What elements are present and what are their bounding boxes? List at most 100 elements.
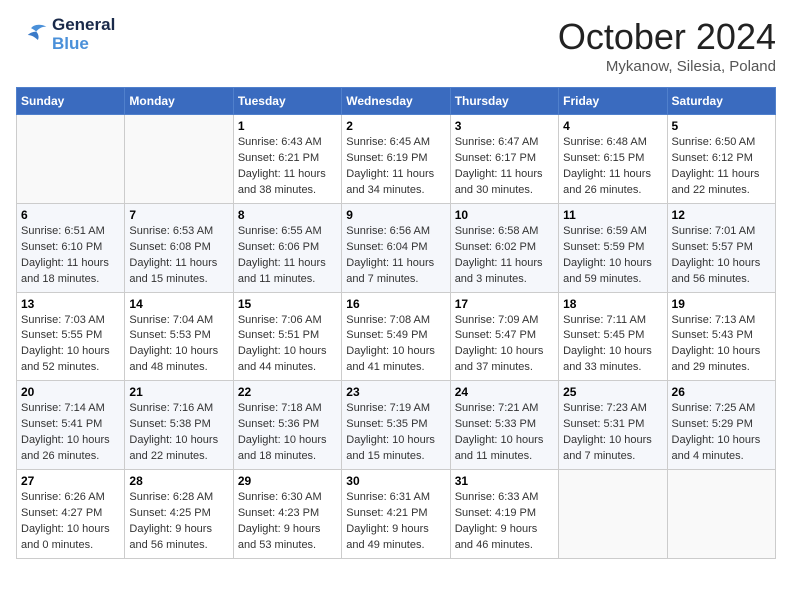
- day-number: 30: [346, 474, 445, 488]
- daylight-text: Daylight: 10 hours and 0 minutes.: [21, 522, 120, 554]
- sunrise-text: Sunrise: 6:31 AM: [346, 490, 445, 506]
- calendar-body: 1 Sunrise: 6:43 AM Sunset: 6:21 PM Dayli…: [17, 115, 776, 559]
- daylight-text: Daylight: 11 hours and 26 minutes.: [563, 167, 662, 199]
- day-number: 7: [129, 208, 228, 222]
- day-number: 27: [21, 474, 120, 488]
- calendar-day-cell: 7 Sunrise: 6:53 AM Sunset: 6:08 PM Dayli…: [125, 203, 233, 292]
- sunrise-text: Sunrise: 7:01 AM: [672, 224, 771, 240]
- logo-line1: General: [52, 16, 115, 35]
- sunrise-text: Sunrise: 6:55 AM: [238, 224, 337, 240]
- weekday-header-cell: Sunday: [17, 88, 125, 115]
- daylight-text: Daylight: 11 hours and 30 minutes.: [455, 167, 554, 199]
- calendar-week-row: 6 Sunrise: 6:51 AM Sunset: 6:10 PM Dayli…: [17, 203, 776, 292]
- day-info: Sunrise: 7:04 AM Sunset: 5:53 PM Dayligh…: [129, 313, 228, 377]
- day-number: 22: [238, 385, 337, 399]
- sunrise-text: Sunrise: 7:18 AM: [238, 401, 337, 417]
- sunrise-text: Sunrise: 6:48 AM: [563, 135, 662, 151]
- calendar-day-cell: 1 Sunrise: 6:43 AM Sunset: 6:21 PM Dayli…: [233, 115, 341, 204]
- day-info: Sunrise: 6:51 AM Sunset: 6:10 PM Dayligh…: [21, 224, 120, 288]
- day-info: Sunrise: 7:09 AM Sunset: 5:47 PM Dayligh…: [455, 313, 554, 377]
- sunrise-text: Sunrise: 6:43 AM: [238, 135, 337, 151]
- sunrise-text: Sunrise: 6:45 AM: [346, 135, 445, 151]
- sunrise-text: Sunrise: 6:33 AM: [455, 490, 554, 506]
- day-number: 24: [455, 385, 554, 399]
- sunset-text: Sunset: 5:31 PM: [563, 417, 662, 433]
- sunrise-text: Sunrise: 7:21 AM: [455, 401, 554, 417]
- weekday-header-cell: Saturday: [667, 88, 775, 115]
- calendar-day-cell: 6 Sunrise: 6:51 AM Sunset: 6:10 PM Dayli…: [17, 203, 125, 292]
- calendar-day-cell: 2 Sunrise: 6:45 AM Sunset: 6:19 PM Dayli…: [342, 115, 450, 204]
- calendar-day-cell: 4 Sunrise: 6:48 AM Sunset: 6:15 PM Dayli…: [559, 115, 667, 204]
- day-info: Sunrise: 6:50 AM Sunset: 6:12 PM Dayligh…: [672, 135, 771, 199]
- sunset-text: Sunset: 6:21 PM: [238, 151, 337, 167]
- daylight-text: Daylight: 10 hours and 29 minutes.: [672, 344, 771, 376]
- daylight-text: Daylight: 11 hours and 34 minutes.: [346, 167, 445, 199]
- calendar-day-cell: 5 Sunrise: 6:50 AM Sunset: 6:12 PM Dayli…: [667, 115, 775, 204]
- day-info: Sunrise: 7:08 AM Sunset: 5:49 PM Dayligh…: [346, 313, 445, 377]
- day-number: 26: [672, 385, 771, 399]
- day-number: 28: [129, 474, 228, 488]
- daylight-text: Daylight: 11 hours and 3 minutes.: [455, 256, 554, 288]
- daylight-text: Daylight: 9 hours and 56 minutes.: [129, 522, 228, 554]
- sunset-text: Sunset: 5:36 PM: [238, 417, 337, 433]
- daylight-text: Daylight: 11 hours and 22 minutes.: [672, 167, 771, 199]
- weekday-header-cell: Monday: [125, 88, 233, 115]
- day-number: 25: [563, 385, 662, 399]
- sunset-text: Sunset: 6:10 PM: [21, 240, 120, 256]
- sunrise-text: Sunrise: 7:09 AM: [455, 313, 554, 329]
- calendar-day-cell: 26 Sunrise: 7:25 AM Sunset: 5:29 PM Dayl…: [667, 381, 775, 470]
- calendar-week-row: 13 Sunrise: 7:03 AM Sunset: 5:55 PM Dayl…: [17, 292, 776, 381]
- sunrise-text: Sunrise: 6:56 AM: [346, 224, 445, 240]
- logo: General Blue: [16, 16, 115, 53]
- calendar-day-cell: 18 Sunrise: 7:11 AM Sunset: 5:45 PM Dayl…: [559, 292, 667, 381]
- calendar-day-cell: 17 Sunrise: 7:09 AM Sunset: 5:47 PM Dayl…: [450, 292, 558, 381]
- month-title: October 2024: [558, 16, 776, 58]
- sunset-text: Sunset: 5:41 PM: [21, 417, 120, 433]
- daylight-text: Daylight: 11 hours and 15 minutes.: [129, 256, 228, 288]
- daylight-text: Daylight: 10 hours and 48 minutes.: [129, 344, 228, 376]
- sunset-text: Sunset: 5:35 PM: [346, 417, 445, 433]
- day-info: Sunrise: 7:19 AM Sunset: 5:35 PM Dayligh…: [346, 401, 445, 465]
- daylight-text: Daylight: 9 hours and 46 minutes.: [455, 522, 554, 554]
- daylight-text: Daylight: 10 hours and 22 minutes.: [129, 433, 228, 465]
- day-number: 31: [455, 474, 554, 488]
- sunrise-text: Sunrise: 7:16 AM: [129, 401, 228, 417]
- calendar-day-cell: 27 Sunrise: 6:26 AM Sunset: 4:27 PM Dayl…: [17, 470, 125, 559]
- calendar-day-cell: 14 Sunrise: 7:04 AM Sunset: 5:53 PM Dayl…: [125, 292, 233, 381]
- sunset-text: Sunset: 5:51 PM: [238, 328, 337, 344]
- daylight-text: Daylight: 9 hours and 53 minutes.: [238, 522, 337, 554]
- sunset-text: Sunset: 5:38 PM: [129, 417, 228, 433]
- daylight-text: Daylight: 10 hours and 44 minutes.: [238, 344, 337, 376]
- daylight-text: Daylight: 10 hours and 59 minutes.: [563, 256, 662, 288]
- daylight-text: Daylight: 11 hours and 38 minutes.: [238, 167, 337, 199]
- day-info: Sunrise: 6:31 AM Sunset: 4:21 PM Dayligh…: [346, 490, 445, 554]
- day-info: Sunrise: 7:14 AM Sunset: 5:41 PM Dayligh…: [21, 401, 120, 465]
- calendar-day-cell: [17, 115, 125, 204]
- day-number: 18: [563, 297, 662, 311]
- calendar-day-cell: 24 Sunrise: 7:21 AM Sunset: 5:33 PM Dayl…: [450, 381, 558, 470]
- day-number: 14: [129, 297, 228, 311]
- sunrise-text: Sunrise: 7:11 AM: [563, 313, 662, 329]
- weekday-header: SundayMondayTuesdayWednesdayThursdayFrid…: [17, 88, 776, 115]
- weekday-header-cell: Thursday: [450, 88, 558, 115]
- weekday-header-cell: Tuesday: [233, 88, 341, 115]
- sunrise-text: Sunrise: 7:06 AM: [238, 313, 337, 329]
- day-info: Sunrise: 6:56 AM Sunset: 6:04 PM Dayligh…: [346, 224, 445, 288]
- sunrise-text: Sunrise: 7:25 AM: [672, 401, 771, 417]
- day-info: Sunrise: 7:23 AM Sunset: 5:31 PM Dayligh…: [563, 401, 662, 465]
- daylight-text: Daylight: 10 hours and 52 minutes.: [21, 344, 120, 376]
- calendar-table: SundayMondayTuesdayWednesdayThursdayFrid…: [16, 87, 776, 559]
- calendar-day-cell: 3 Sunrise: 6:47 AM Sunset: 6:17 PM Dayli…: [450, 115, 558, 204]
- day-number: 4: [563, 119, 662, 133]
- day-number: 3: [455, 119, 554, 133]
- calendar-day-cell: 12 Sunrise: 7:01 AM Sunset: 5:57 PM Dayl…: [667, 203, 775, 292]
- day-number: 16: [346, 297, 445, 311]
- day-number: 12: [672, 208, 771, 222]
- calendar-day-cell: 28 Sunrise: 6:28 AM Sunset: 4:25 PM Dayl…: [125, 470, 233, 559]
- day-info: Sunrise: 6:59 AM Sunset: 5:59 PM Dayligh…: [563, 224, 662, 288]
- daylight-text: Daylight: 10 hours and 4 minutes.: [672, 433, 771, 465]
- sunset-text: Sunset: 4:21 PM: [346, 506, 445, 522]
- day-number: 11: [563, 208, 662, 222]
- day-number: 17: [455, 297, 554, 311]
- day-info: Sunrise: 7:16 AM Sunset: 5:38 PM Dayligh…: [129, 401, 228, 465]
